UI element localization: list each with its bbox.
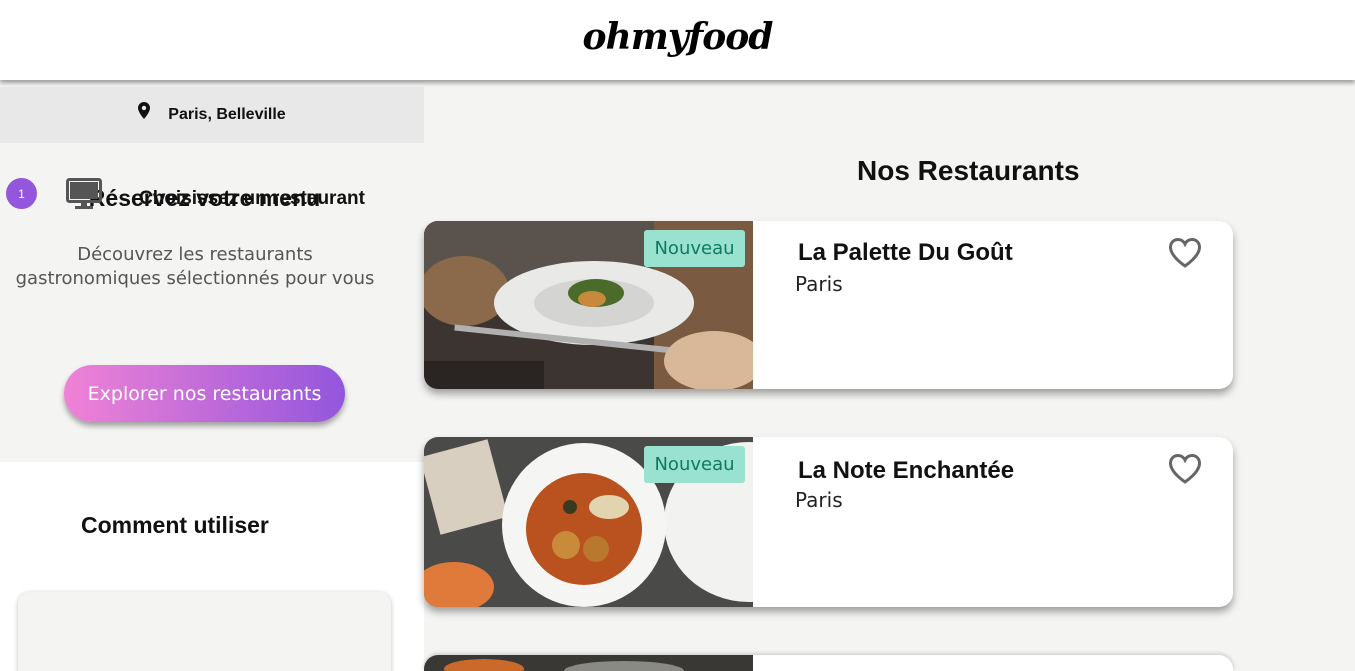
restaurant-name: La Palette Du Goût <box>798 239 1013 266</box>
step-label: Choisissez un restaurant <box>139 188 365 209</box>
heart-icon[interactable] <box>1168 237 1202 269</box>
location-label: Paris, Belleville <box>168 106 286 123</box>
restaurant-city: Paris <box>795 488 843 512</box>
how-to-section: Comment utiliser <box>0 462 424 671</box>
restaurant-photo <box>424 655 753 671</box>
hero-description: Découvrez les restaurants gastronomiques… <box>15 244 375 289</box>
restaurant-city: Paris <box>795 272 843 296</box>
restaurant-card[interactable] <box>424 655 1233 671</box>
how-to-title: Comment utiliser <box>81 512 269 538</box>
site-logo[interactable]: ohmyfood <box>583 16 774 58</box>
location-bar: Paris, Belleville <box>0 87 424 143</box>
heart-icon[interactable] <box>1168 453 1202 485</box>
new-badge: Nouveau <box>644 446 745 483</box>
restaurants-title: Nos Restaurants <box>857 155 1080 186</box>
map-pin-icon <box>138 102 151 120</box>
step-number-badge: 1 <box>6 178 37 209</box>
new-badge: Nouveau <box>644 230 745 267</box>
restaurant-card[interactable]: Nouveau La Note Enchantée Paris <box>424 437 1233 607</box>
site-header: ohmyfood <box>0 0 1355 80</box>
restaurant-card[interactable]: Nouveau La Palette Du Goût Paris <box>424 221 1233 389</box>
explore-restaurants-button[interactable]: Explorer nos restaurants <box>64 365 345 422</box>
step-card <box>18 592 391 671</box>
restaurant-name: La Note Enchantée <box>798 457 1015 484</box>
computer-icon <box>66 178 102 210</box>
